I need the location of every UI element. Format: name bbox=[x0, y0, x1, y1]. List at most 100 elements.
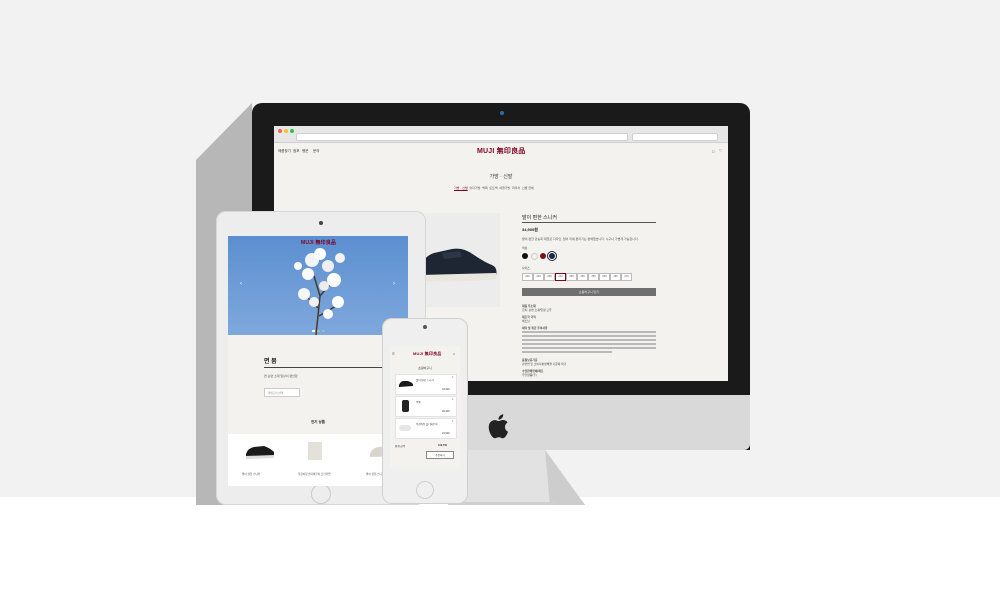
color-swatch-black[interactable] bbox=[522, 253, 528, 259]
cart-title: 쇼핑바구니 bbox=[418, 366, 432, 370]
backpack-thumbnail bbox=[402, 400, 409, 412]
color-swatch-navy[interactable] bbox=[549, 253, 555, 259]
subnav-item[interactable]: 여행가방 bbox=[499, 186, 510, 190]
carousel-next-icon[interactable]: › bbox=[393, 281, 395, 287]
iphone-screen: ☰ MUJI 無印良品 □ 쇼핑바구니 발이 편한 스니커 34,900 × 백… bbox=[390, 346, 460, 468]
divider bbox=[522, 222, 656, 223]
nav-item-search[interactable]: 제품찾기 bbox=[278, 149, 291, 154]
subnav-item[interactable]: 숄더가방 bbox=[469, 186, 480, 190]
heart-icon[interactable]: ♡ bbox=[719, 148, 723, 153]
tablet-logo[interactable]: MUJI 無印良品 bbox=[301, 239, 336, 246]
size-option-selected[interactable]: 240 bbox=[555, 273, 566, 281]
care-text bbox=[522, 343, 656, 345]
hero-banner[interactable]: MUJI 無印良品 ‹ › bbox=[228, 236, 408, 336]
pouch-thumbnail[interactable] bbox=[308, 442, 322, 460]
maximize-dot-icon[interactable] bbox=[290, 129, 294, 133]
iphone-camera bbox=[423, 325, 427, 329]
product-card-row: 발이 편한 스니커 목걸이형 숄더파우치 프리미엄 발이 편한 스니커 bbox=[228, 434, 408, 486]
add-to-cart-button[interactable]: 쇼핑바구니 담기 bbox=[522, 288, 656, 296]
subnav-item[interactable]: 토트백 bbox=[489, 186, 497, 190]
total-label: 합계 금액 bbox=[395, 445, 405, 448]
subnav-item[interactable]: 파우치 bbox=[512, 186, 520, 190]
carousel-dot[interactable] bbox=[322, 330, 325, 332]
sneaker-thumbnail[interactable] bbox=[244, 442, 276, 462]
care-text bbox=[522, 339, 656, 341]
camera-dot bbox=[500, 111, 504, 115]
address-bar[interactable] bbox=[296, 133, 628, 141]
item-price: 34,900 bbox=[442, 388, 450, 391]
remove-icon[interactable]: × bbox=[452, 420, 453, 423]
page-title: 가방 · 신발 bbox=[489, 174, 513, 180]
cart-item: 백팩 49,900 × bbox=[395, 396, 457, 417]
card-label[interactable]: 목걸이형 숄더파우치 프리미엄 bbox=[298, 472, 330, 476]
cart-icon[interactable]: □ bbox=[453, 352, 455, 356]
cart-item: 목걸이형 숄더파우치 24,900 × bbox=[395, 418, 457, 439]
menu-icon[interactable]: ☰ bbox=[392, 352, 395, 356]
ipad-camera bbox=[319, 221, 323, 225]
category-select[interactable]: 카테고리 선택 bbox=[264, 388, 300, 397]
size-option[interactable]: 250 bbox=[577, 273, 588, 281]
section-subtitle: 면 순면 소재 일상의 편안함 bbox=[264, 374, 298, 378]
size-option[interactable]: 245 bbox=[566, 273, 577, 281]
size-option[interactable]: 230 bbox=[533, 273, 544, 281]
color-label: 색상 bbox=[522, 246, 528, 250]
size-option[interactable]: 255 bbox=[588, 273, 599, 281]
apple-logo-icon bbox=[488, 414, 508, 439]
size-option[interactable]: 220 bbox=[522, 273, 533, 281]
cart-item: 발이 편한 스니커 34,900 × bbox=[395, 374, 457, 395]
color-swatch-red[interactable] bbox=[540, 253, 546, 259]
iphone-home-button[interactable] bbox=[416, 481, 434, 499]
browser-search-bar[interactable] bbox=[632, 133, 718, 141]
size-option[interactable]: 235 bbox=[544, 273, 555, 281]
total-value: 109,700 bbox=[438, 444, 448, 447]
section-title: 면 봄 bbox=[264, 359, 277, 365]
remove-icon[interactable]: × bbox=[452, 398, 453, 401]
carousel-dot[interactable] bbox=[317, 330, 320, 332]
size-option[interactable]: 265 bbox=[610, 273, 621, 281]
muji-logo[interactable]: MUJI 無印良品 bbox=[477, 146, 525, 156]
pouch-thumbnail bbox=[399, 425, 411, 431]
carousel-dot[interactable] bbox=[312, 330, 315, 332]
subnav-item[interactable]: 신발 전체 bbox=[522, 186, 534, 190]
nav-item-store[interactable]: 점포 bbox=[293, 149, 299, 154]
nav-item-luck[interactable]: 행운 bbox=[302, 149, 308, 154]
item-name: 목걸이형 숄더파우치 bbox=[416, 423, 438, 426]
item-price: 49,900 bbox=[442, 410, 450, 413]
subnav-item[interactable]: 백팩 bbox=[482, 186, 488, 190]
sneaker-thumbnail bbox=[399, 381, 413, 387]
detail-value: 갑피: 순면 소재/밑창:고무 bbox=[522, 308, 552, 312]
item-name: 발이 편한 스니커 bbox=[416, 379, 434, 382]
minimize-dot-icon[interactable] bbox=[284, 129, 288, 133]
care-text bbox=[522, 331, 656, 333]
nav-item-contact[interactable]: 문의 bbox=[313, 149, 319, 154]
item-name: 백팩 bbox=[416, 401, 421, 404]
color-swatch-white[interactable] bbox=[531, 253, 538, 260]
ipad-screen: MUJI 無印良品 ‹ › 면 봄 면 순면 소재 일상의 편안함 카테고리 선… bbox=[228, 236, 408, 486]
care-text bbox=[522, 335, 656, 337]
detail-value: 관련법 및 소비자분쟁해결 기준에 의거 bbox=[522, 362, 567, 366]
size-option[interactable]: 260 bbox=[599, 273, 610, 281]
card-label[interactable]: 발이 편한 스니커 bbox=[242, 472, 260, 476]
close-dot-icon[interactable] bbox=[278, 129, 282, 133]
order-button[interactable]: 주문하기 bbox=[426, 451, 454, 459]
care-text bbox=[522, 351, 612, 353]
phone-logo[interactable]: MUJI 無印良品 bbox=[413, 351, 441, 357]
product-price: 34,900원 bbox=[522, 227, 538, 232]
ipad-home-button[interactable] bbox=[311, 484, 331, 504]
category-subnav: 가방 · 신발 숄더가방 백팩 토트백 여행가방 파우치 신발 전체 bbox=[454, 186, 534, 190]
care-text bbox=[522, 347, 656, 349]
carousel-prev-icon[interactable]: ‹ bbox=[240, 281, 242, 287]
detail-title: 세탁 및 취급 주의사항 bbox=[522, 326, 548, 330]
detail-value: 베트남 bbox=[522, 319, 530, 323]
product-description: 발이 편한 만능화 재질로 디자인, 접어 리에 편리기는 편해했습니다. 누구… bbox=[522, 237, 639, 241]
item-price: 24,900 bbox=[442, 432, 450, 435]
cotton-plant-image bbox=[294, 248, 345, 336]
popular-title: 인기 상품 bbox=[311, 420, 325, 424]
size-label: 사이즈 bbox=[522, 266, 530, 270]
remove-icon[interactable]: × bbox=[452, 376, 453, 379]
detail-value: 무인양품(주) bbox=[522, 373, 537, 377]
subnav-item[interactable]: 가방 · 신발 bbox=[454, 186, 468, 190]
product-name: 발이 편한 스니커 bbox=[522, 215, 557, 221]
size-option[interactable]: 270 bbox=[621, 273, 632, 281]
cart-icon[interactable]: □ bbox=[712, 149, 714, 154]
